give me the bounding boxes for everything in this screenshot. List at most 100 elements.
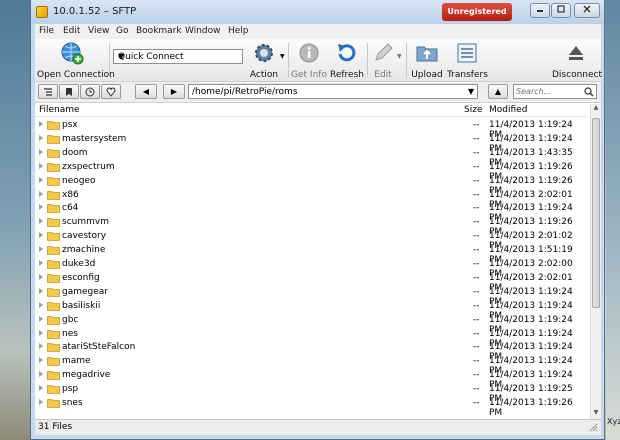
action-dropdown-icon[interactable]: ▼ <box>280 53 285 60</box>
table-row[interactable]: c64 -- 11/4/2013 1:19:24 PM <box>35 201 587 223</box>
expand-triangle-icon[interactable] <box>39 162 43 169</box>
disconnect-button[interactable]: Disconnect <box>552 41 602 80</box>
action-button[interactable]: Action <box>247 41 281 80</box>
table-row[interactable]: neogeo -- 11/4/2013 1:19:26 PM <box>35 174 587 196</box>
table-row[interactable]: duke3d -- 11/4/2013 2:02:00 PM <box>35 257 587 279</box>
desktop-background-left <box>0 0 30 440</box>
minimize-icon <box>537 10 543 12</box>
table-row[interactable]: doom -- 11/4/2013 1:43:35 PM <box>35 146 587 168</box>
upload-button[interactable]: Upload <box>410 41 444 80</box>
menu-window[interactable]: Window <box>185 26 221 36</box>
expand-triangle-icon[interactable] <box>39 287 43 294</box>
file-name: zxspectrum <box>62 161 115 172</box>
scroll-down-icon[interactable]: ▼ <box>592 409 600 419</box>
expand-triangle-icon[interactable] <box>39 357 43 364</box>
table-row[interactable]: nes -- 11/4/2013 1:19:24 PM <box>35 327 587 349</box>
edit-button[interactable]: Edit <box>371 41 395 80</box>
table-row[interactable]: psx -- 11/4/2013 1:19:24 PM <box>35 118 587 140</box>
menu-edit[interactable]: Edit <box>63 26 80 36</box>
file-name: psp <box>62 384 79 395</box>
table-row[interactable]: cavestory -- 11/4/2013 2:01:02 PM <box>35 229 587 251</box>
search-box[interactable] <box>513 84 597 99</box>
expand-triangle-icon[interactable] <box>39 273 43 280</box>
expand-triangle-icon[interactable] <box>39 371 43 378</box>
column-size[interactable]: Size <box>464 105 482 115</box>
table-row[interactable]: snes -- 11/4/2013 1:19:26 PM <box>35 396 587 418</box>
expand-triangle-icon[interactable] <box>39 190 43 197</box>
edit-dropdown-icon[interactable]: ▼ <box>397 53 402 60</box>
expand-triangle-icon[interactable] <box>39 134 43 141</box>
resize-grip-icon[interactable] <box>589 423 598 432</box>
expand-triangle-icon[interactable] <box>39 218 43 225</box>
table-row[interactable]: gamegear -- 11/4/2013 1:19:24 PM <box>35 285 587 307</box>
search-input[interactable] <box>516 86 582 97</box>
scroll-thumb[interactable] <box>592 118 600 308</box>
unregistered-badge[interactable]: Unregistered <box>442 3 512 21</box>
table-row[interactable]: x86 -- 11/4/2013 2:02:01 PM <box>35 188 587 210</box>
menu-go[interactable]: Go <box>116 26 128 36</box>
bonjour-view-button[interactable] <box>101 84 121 99</box>
expand-triangle-icon[interactable] <box>39 204 43 211</box>
vertical-scrollbar[interactable]: ▲ ▼ <box>590 104 601 419</box>
expand-triangle-icon[interactable] <box>39 148 43 155</box>
table-row[interactable]: basiliskii -- 11/4/2013 1:19:24 PM <box>35 299 587 321</box>
upload-folder-icon <box>416 46 438 62</box>
menu-view[interactable]: View <box>88 26 109 36</box>
close-button[interactable] <box>574 3 600 18</box>
folder-icon <box>47 273 60 283</box>
path-select[interactable]: /home/pi/RetroPie/roms ▼ <box>188 84 478 99</box>
expand-triangle-icon[interactable] <box>39 232 43 239</box>
expand-triangle-icon[interactable] <box>39 246 43 253</box>
parent-directory-button[interactable]: ▲ <box>488 84 508 99</box>
forward-button[interactable]: ▶ <box>163 84 185 99</box>
folder-icon <box>47 301 60 311</box>
file-name: duke3d <box>62 259 96 269</box>
maximize-button[interactable] <box>551 3 571 18</box>
toolbar-separator <box>406 43 407 77</box>
quick-connect-select[interactable]: Quick Connect ▼ <box>113 49 243 64</box>
refresh-button[interactable]: Refresh <box>330 41 364 80</box>
expand-triangle-icon[interactable] <box>39 176 43 183</box>
get-info-button[interactable]: Get Info <box>291 41 327 80</box>
folder-icon <box>47 343 60 353</box>
table-row[interactable]: psp -- 11/4/2013 1:19:25 PM <box>35 382 587 404</box>
folder-icon <box>47 357 60 367</box>
expand-triangle-icon[interactable] <box>39 260 43 266</box>
edit-label: Edit <box>374 70 392 80</box>
folder-icon <box>47 134 60 144</box>
table-row[interactable]: esconfig -- 11/4/2013 2:02:01 PM <box>35 271 587 293</box>
table-row[interactable]: gbc -- 11/4/2013 1:19:24 PM <box>35 313 587 335</box>
expand-triangle-icon[interactable] <box>39 315 43 322</box>
file-size: -- <box>473 231 480 242</box>
back-button[interactable]: ◀ <box>135 84 157 99</box>
table-row[interactable]: zxspectrum -- 11/4/2013 1:19:26 PM <box>35 160 587 182</box>
expand-triangle-icon[interactable] <box>39 399 43 405</box>
table-row[interactable]: mame -- 11/4/2013 1:19:24 PM <box>35 354 587 376</box>
file-name: mastersystem <box>62 133 127 144</box>
table-row[interactable]: scummvm -- 11/4/2013 1:19:26 PM <box>35 215 587 237</box>
file-name: mame <box>62 356 91 367</box>
table-row[interactable]: megadrive -- 11/4/2013 1:19:24 PM <box>35 368 587 390</box>
browser-view-button[interactable] <box>38 84 58 99</box>
column-filename[interactable]: Filename <box>39 105 80 115</box>
open-connection-button[interactable]: Open Connection <box>37 41 115 80</box>
column-modified[interactable]: Modified <box>489 105 527 115</box>
expand-triangle-icon[interactable] <box>39 121 43 127</box>
table-row[interactable]: mastersystem -- 11/4/2013 1:19:24 PM <box>35 132 587 154</box>
menu-file[interactable]: File <box>39 26 54 36</box>
transfers-button[interactable]: Transfers <box>447 41 488 80</box>
title-bar[interactable]: 10.0.1.52 – SFTP Unregistered <box>31 0 604 24</box>
file-size: -- <box>473 272 480 283</box>
minimize-button[interactable] <box>530 3 550 18</box>
expand-triangle-icon[interactable] <box>39 329 43 336</box>
scroll-up-icon[interactable]: ▲ <box>592 104 600 114</box>
expand-triangle-icon[interactable] <box>39 301 43 308</box>
expand-triangle-icon[interactable] <box>39 385 43 392</box>
table-row[interactable]: atariStSteFalcon -- 11/4/2013 1:19:24 PM <box>35 340 587 362</box>
bookmarks-view-button[interactable] <box>59 84 79 99</box>
menu-help[interactable]: Help <box>228 26 249 36</box>
table-row[interactable]: zmachine -- 11/4/2013 1:51:19 PM <box>35 243 587 265</box>
expand-triangle-icon[interactable] <box>39 343 43 350</box>
menu-bookmark[interactable]: Bookmark <box>136 26 182 36</box>
history-view-button[interactable] <box>80 84 100 99</box>
